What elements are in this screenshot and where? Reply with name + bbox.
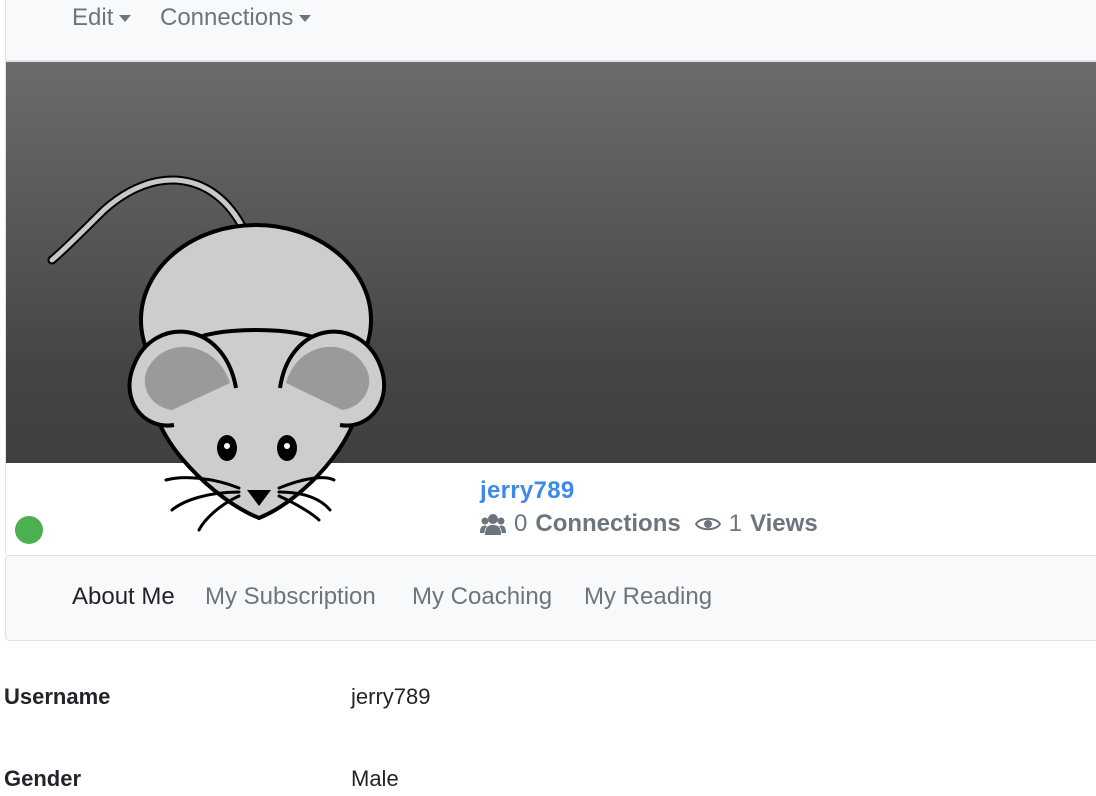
edit-menu-label: Edit xyxy=(72,4,114,31)
tab-my-subscription[interactable]: My Subscription xyxy=(205,583,376,611)
profile-stats: 0 Connections 1 Views xyxy=(480,510,818,538)
connections-label[interactable]: Connections xyxy=(535,510,680,538)
tab-my-reading[interactable]: My Reading xyxy=(584,583,712,611)
username-field-value: jerry789 xyxy=(351,684,431,709)
profile-tabs: About Me My Subscription My Coaching My … xyxy=(5,555,1096,641)
tab-my-coaching[interactable]: My Coaching xyxy=(412,583,552,611)
profile-username-link[interactable]: jerry789 xyxy=(480,477,575,505)
views-label: Views xyxy=(750,510,818,537)
connections-menu[interactable]: Connections xyxy=(160,4,312,32)
profile-avatar[interactable] xyxy=(44,170,394,535)
top-menu-bar: Edit Connections xyxy=(5,0,1096,61)
username-field-label: Username xyxy=(4,684,111,709)
caret-down-icon xyxy=(119,14,132,22)
gender-field-value: Male xyxy=(351,766,399,791)
users-icon xyxy=(480,514,506,535)
connections-menu-label: Connections xyxy=(160,4,294,31)
eye-icon xyxy=(694,517,721,531)
online-status-indicator xyxy=(15,516,43,544)
connections-count: 0 xyxy=(514,510,528,537)
views-count: 1 xyxy=(728,510,743,537)
edit-menu[interactable]: Edit xyxy=(72,4,132,32)
gender-field-label: Gender xyxy=(4,766,82,791)
caret-down-icon xyxy=(299,14,312,22)
tab-about-me[interactable]: About Me xyxy=(72,583,175,611)
